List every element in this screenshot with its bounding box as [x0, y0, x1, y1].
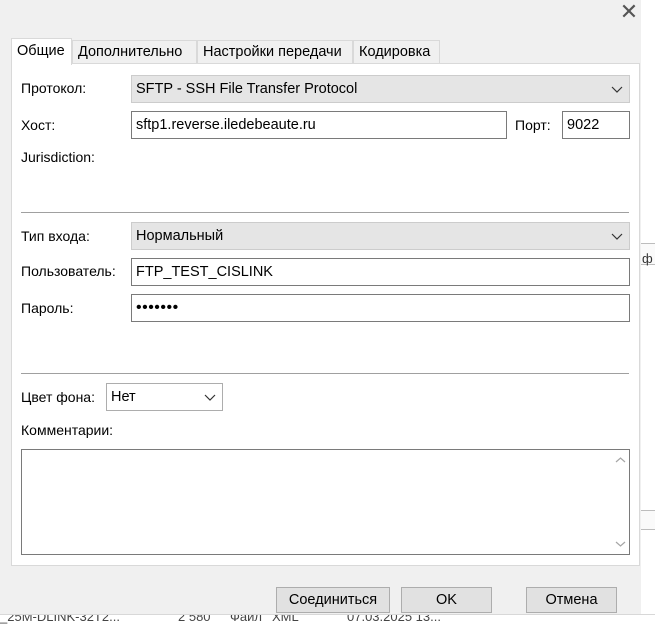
bg-color-label: Цвет фона: [21, 389, 95, 405]
vertical-scrollbar[interactable] [612, 450, 629, 554]
port-field[interactable]: 9022 [562, 111, 630, 139]
comments-textarea[interactable] [21, 449, 630, 555]
background-file-size: 2 580 [178, 614, 211, 624]
chevron-down-icon [204, 394, 216, 401]
background-file-type: Файл [230, 614, 262, 624]
protocol-label: Протокол: [21, 80, 87, 96]
background-file-name: _25M-DLINK-32T2... [0, 614, 120, 624]
password-field[interactable]: ••••••• [131, 294, 630, 322]
logon-type-value: Нормальный [136, 228, 224, 244]
ok-button[interactable]: OK [401, 587, 492, 613]
protocol-select[interactable]: SFTP - SSH File Transfer Protocol [131, 75, 630, 103]
jurisdiction-label: Jurisdiction: [21, 149, 95, 165]
site-settings-dialog: ✕ Общие Дополнительно Настройки передачи… [0, 0, 641, 614]
logon-type-label: Тип входа: [21, 228, 90, 244]
port-label: Порт: [515, 117, 551, 133]
close-icon[interactable]: ✕ [616, 0, 642, 24]
bg-color-value: Нет [111, 389, 136, 405]
user-label: Пользователь: [21, 263, 116, 279]
logon-type-select[interactable]: Нормальный [131, 222, 630, 250]
connect-button[interactable]: Соединиться [276, 587, 390, 613]
user-field[interactable]: FTP_TEST_CISLINK [131, 258, 630, 286]
chevron-down-icon [611, 86, 623, 93]
host-label: Хост: [21, 117, 56, 133]
tab-charset[interactable]: Кодировка [353, 40, 440, 63]
scroll-up-icon[interactable] [612, 452, 629, 469]
bg-color-select[interactable]: Нет [106, 383, 223, 411]
comments-label: Комментарии: [21, 422, 114, 438]
background-file-date: 07.03.2025 13... [347, 614, 441, 624]
tab-general[interactable]: Общие [11, 38, 72, 65]
protocol-value: SFTP - SSH File Transfer Protocol [136, 81, 358, 97]
separator [21, 373, 629, 374]
background-file-row: _25M-DLINK-32T2... 2 580 Файл XML 07.03.… [0, 614, 655, 630]
background-text-fragment: ф [642, 251, 653, 266]
scroll-down-icon[interactable] [612, 535, 629, 552]
background-window-edge: ф [640, 0, 655, 629]
background-row-fragment [641, 510, 655, 530]
tab-advanced[interactable]: Дополнительно [72, 40, 197, 63]
separator [21, 212, 629, 213]
chevron-down-icon [611, 233, 623, 240]
tab-transfer-settings[interactable]: Настройки передачи [197, 40, 353, 63]
cancel-button[interactable]: Отмена [526, 587, 617, 613]
host-field[interactable]: sftp1.reverse.iledebeaute.ru [131, 111, 507, 139]
password-label: Пароль: [21, 300, 74, 316]
background-file-ext: XML [272, 614, 299, 624]
